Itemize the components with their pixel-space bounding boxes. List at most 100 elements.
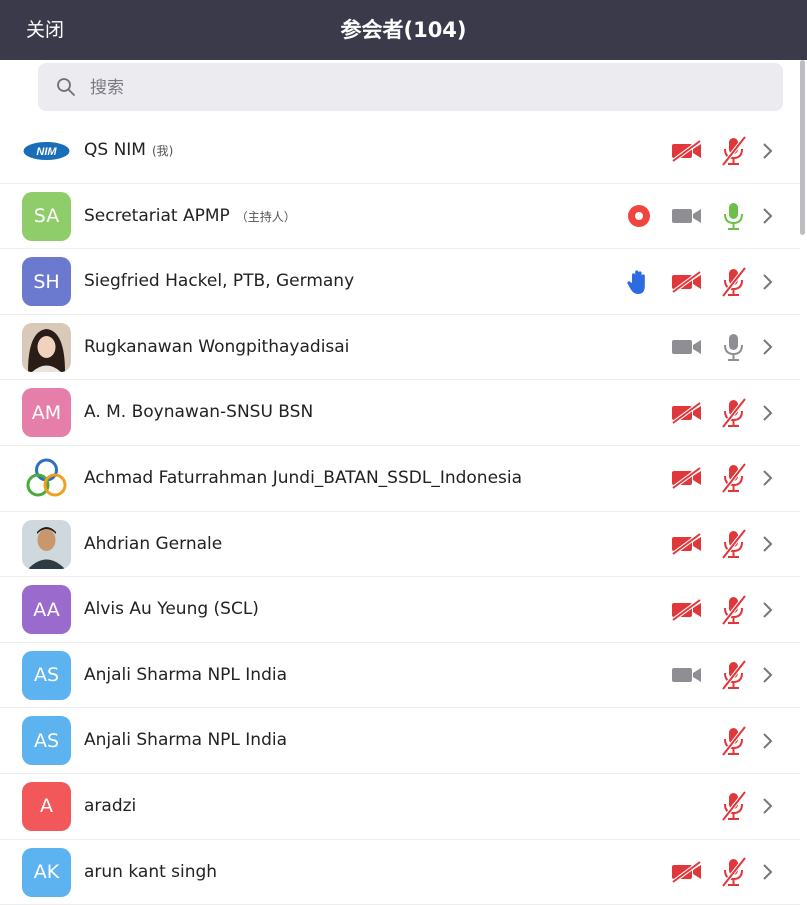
participant-name: Anjali Sharma NPL India <box>84 708 287 773</box>
participant-name-text: QS NIM <box>84 140 146 160</box>
status-icons <box>624 249 780 314</box>
avatar <box>22 453 71 503</box>
participant-name-text: Anjali Sharma NPL India <box>84 664 288 685</box>
participant-row[interactable]: AS Anjali Sharma NPL India <box>0 708 800 774</box>
status-icons <box>712 708 780 773</box>
participant-row[interactable]: NIM QS NIM (我) <box>0 118 800 184</box>
raised-hand-icon <box>624 267 668 297</box>
chevron-right-icon[interactable] <box>756 791 780 821</box>
participant-row[interactable]: SH Siegfried Hackel, PTB, Germany <box>0 249 800 315</box>
avatar: AA <box>22 585 71 635</box>
status-icons <box>668 577 780 642</box>
mic-on-icon <box>712 201 756 231</box>
chevron-right-icon[interactable] <box>756 595 780 625</box>
participant-name-text: aradzi <box>84 795 137 816</box>
avatar: AS <box>22 650 71 700</box>
search-input[interactable] <box>88 63 772 113</box>
svg-text:NIM: NIM <box>36 146 57 158</box>
avatar <box>22 322 71 372</box>
page-title: 参会者(104) <box>340 18 467 42</box>
video-icon <box>668 660 712 690</box>
participant-name-text: Secretariat APMP <box>84 205 230 226</box>
video-off-icon <box>668 529 712 559</box>
avatar: NIM <box>22 126 71 175</box>
participant-name-text: Alvis Au Yeung (SCL) <box>84 599 259 620</box>
top-bar: 关闭 参会者(104) <box>0 0 807 60</box>
video-off-icon <box>668 398 712 428</box>
mic-muted-icon <box>712 857 756 888</box>
participant-name: QS NIM (我) <box>84 118 173 183</box>
participant-name-text: Anjali Sharma NPL India <box>84 730 288 751</box>
avatar <box>22 519 71 569</box>
status-icons <box>668 446 780 511</box>
role-tag: （主持人） <box>235 209 296 224</box>
chevron-right-icon[interactable] <box>756 660 780 690</box>
participant-row[interactable]: AM A. M. Boynawan-SNSU BSN <box>0 380 800 446</box>
avatar: AS <box>22 716 71 766</box>
chevron-right-icon[interactable] <box>756 857 780 887</box>
participant-row[interactable]: Rugkanawan Wongpithayadisai <box>0 315 800 381</box>
video-icon <box>668 201 712 231</box>
chevron-right-icon[interactable] <box>756 201 780 231</box>
participant-name-text: A. M. Boynawan-SNSU BSN <box>84 402 314 423</box>
mic-muted-icon <box>712 791 756 822</box>
participant-name-text: Ahdrian Gernale <box>84 533 223 554</box>
mic-muted-icon <box>712 397 756 428</box>
chevron-right-icon[interactable] <box>756 398 780 428</box>
avatar: AM <box>22 388 71 438</box>
participant-row[interactable]: Aaradzi <box>0 774 800 840</box>
video-off-icon <box>668 267 712 297</box>
role-tag: (我) <box>151 144 174 158</box>
avatar: AK <box>22 847 71 897</box>
participant-row[interactable]: SA Secretariat APMP （主持人） <box>0 184 800 250</box>
participant-name: arun kant singh <box>84 840 217 905</box>
avatar: SA <box>22 191 71 241</box>
search-bar[interactable] <box>38 63 783 113</box>
status-icons <box>668 643 780 708</box>
participant-name: Achmad Faturrahman Jundi_BATAN_SSDL_Indo… <box>84 446 522 511</box>
participant-name: Secretariat APMP （主持人） <box>84 184 296 249</box>
avatar: A <box>22 781 71 831</box>
video-off-icon <box>668 463 712 493</box>
video-off-icon <box>668 595 712 625</box>
avatar: SH <box>22 257 71 307</box>
chevron-right-icon[interactable] <box>756 136 780 166</box>
status-icons <box>668 118 780 183</box>
mic-muted-icon <box>712 725 756 756</box>
participant-row[interactable]: Achmad Faturrahman Jundi_BATAN_SSDL_Indo… <box>0 446 800 512</box>
participant-row[interactable]: Ahdrian Gernale <box>0 512 800 578</box>
video-off-icon <box>668 857 712 887</box>
participant-row[interactable]: AS Anjali Sharma NPL India <box>0 643 800 709</box>
status-icons <box>668 315 780 380</box>
status-icons <box>668 512 780 577</box>
chevron-right-icon[interactable] <box>756 529 780 559</box>
participant-name: Rugkanawan Wongpithayadisai <box>84 315 349 380</box>
mic-muted-icon <box>712 529 756 560</box>
mic-muted-icon <box>712 660 756 691</box>
participant-name: Alvis Au Yeung (SCL) <box>84 577 259 642</box>
chevron-right-icon[interactable] <box>756 463 780 493</box>
participant-name: Siegfried Hackel, PTB, Germany <box>84 249 354 314</box>
participant-row[interactable]: AA Alvis Au Yeung (SCL) <box>0 577 800 643</box>
mic-muted-icon <box>712 135 756 166</box>
status-icons <box>712 774 780 839</box>
participant-name-text: arun kant singh <box>84 861 218 882</box>
scrollbar[interactable] <box>800 60 805 235</box>
search-icon <box>56 77 76 97</box>
participant-name-text: Siegfried Hackel, PTB, Germany <box>84 271 355 292</box>
participant-name: Ahdrian Gernale <box>84 512 222 577</box>
video-off-icon <box>668 136 712 166</box>
video-icon <box>668 332 712 362</box>
chevron-right-icon[interactable] <box>756 267 780 297</box>
status-icons <box>624 184 780 249</box>
participant-name: aradzi <box>84 774 136 839</box>
status-icons <box>668 840 780 905</box>
chevron-right-icon[interactable] <box>756 332 780 362</box>
status-icons <box>668 380 780 445</box>
participant-list: NIM QS NIM (我) SA Secretariat APMP （主持人） SH S… <box>0 118 800 905</box>
mic-muted-icon <box>712 463 756 494</box>
participant-row[interactable]: AK arun kant singh <box>0 840 800 905</box>
participant-name: Anjali Sharma NPL India <box>84 643 287 708</box>
participant-name-text: Achmad Faturrahman Jundi_BATAN_SSDL_Indo… <box>84 467 523 488</box>
chevron-right-icon[interactable] <box>756 726 780 756</box>
